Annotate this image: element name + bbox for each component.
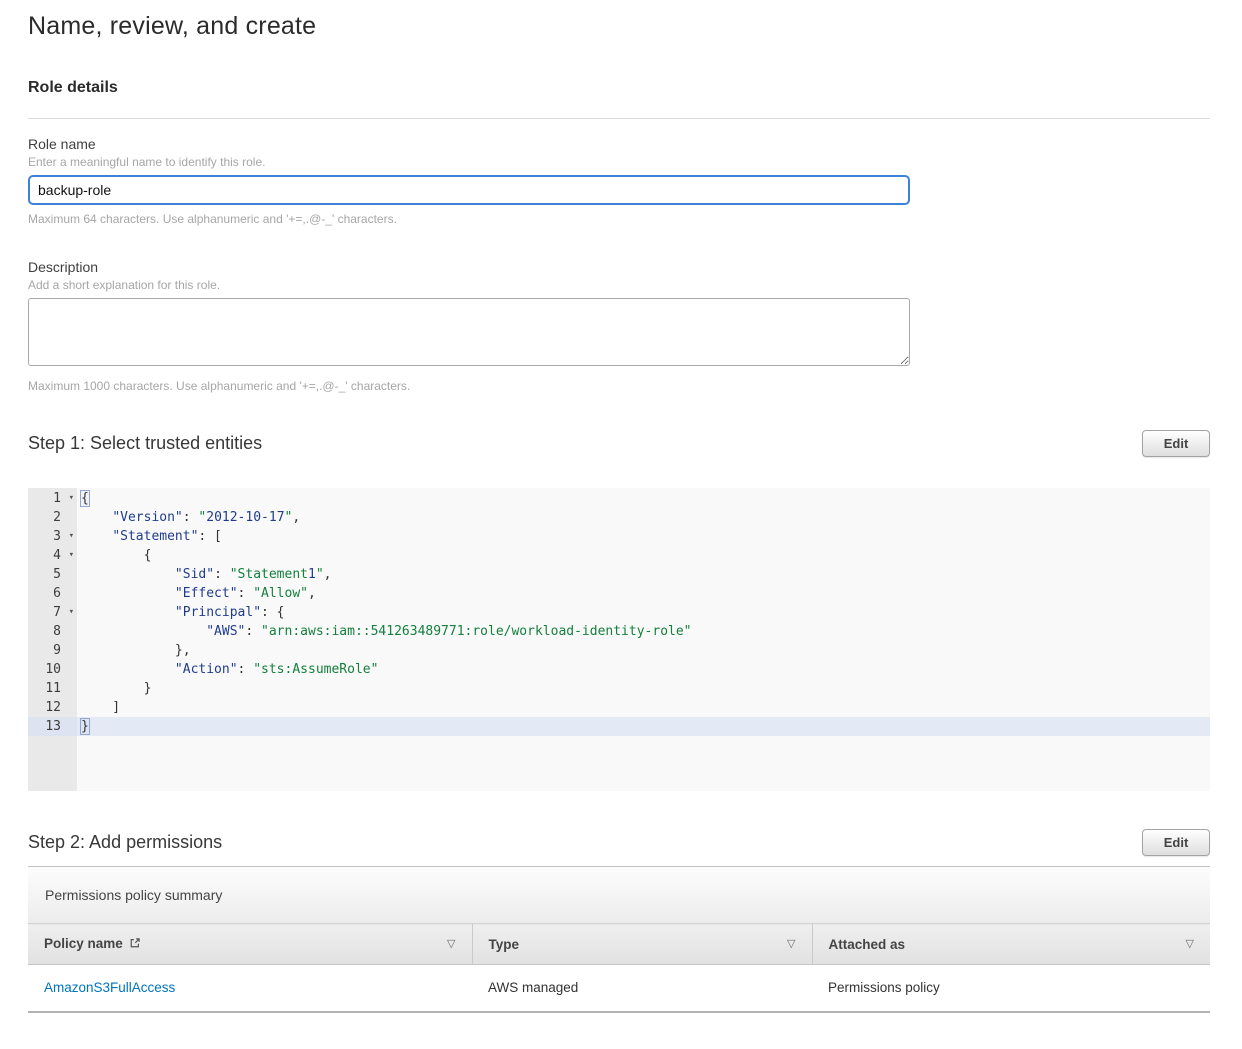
filter-dropdown-icon[interactable]: ▽ [447, 937, 455, 950]
description-field: Description Add a short explanation for … [28, 259, 1210, 393]
step1-heading: Step 1: Select trusted entities [28, 433, 262, 454]
code-line: "Action": "sts:AssumeRole" [77, 660, 1210, 679]
description-helper: Add a short explanation for this role. [28, 278, 1210, 292]
code-line: "AWS": "arn:aws:iam::541263489771:role/w… [77, 622, 1210, 641]
code-line: "Version": "2012-10-17", [77, 508, 1210, 527]
policy-name-link[interactable]: AmazonS3FullAccess [44, 980, 175, 995]
page: Name, review, and create Role details Ro… [0, 12, 1242, 1013]
gutter-line-number: 9 [28, 641, 77, 660]
role-name-label: Role name [28, 136, 1210, 152]
step2-header-row: Step 2: Add permissions Edit [28, 829, 1210, 856]
code-line: }, [77, 641, 1210, 660]
fold-caret-icon[interactable]: ▾ [69, 527, 74, 546]
fold-caret-icon[interactable]: ▾ [69, 603, 74, 622]
gutter-line-number: 7▾ [28, 603, 77, 622]
role-name-field: Role name Enter a meaningful name to ide… [28, 136, 1210, 226]
gutter-line-number: 13 [28, 717, 77, 736]
step1-edit-button[interactable]: Edit [1142, 430, 1210, 457]
column-header-attached-as[interactable]: Attached as ▽ [812, 924, 1210, 965]
gutter-line-number: 2 [28, 508, 77, 527]
permissions-table: Policy name ▽ Type ▽ Attached as ▽ Amazo… [28, 923, 1210, 1013]
gutter-line-number: 5 [28, 565, 77, 584]
editor-gutter: 1▾23▾4▾567▾8910111213 [28, 488, 77, 791]
permissions-panel-title: Permissions policy summary [28, 866, 1210, 923]
step2-edit-button[interactable]: Edit [1142, 829, 1210, 856]
fold-caret-icon[interactable]: ▾ [69, 546, 74, 565]
fold-caret-icon[interactable]: ▾ [69, 489, 74, 508]
column-header-type[interactable]: Type ▽ [472, 924, 812, 965]
description-label: Description [28, 259, 1210, 275]
code-line: { [77, 489, 1210, 508]
page-title: Name, review, and create [28, 12, 1210, 41]
role-name-helper: Enter a meaningful name to identify this… [28, 155, 1210, 169]
gutter-line-number: 10 [28, 660, 77, 679]
gutter-line-number: 3▾ [28, 527, 77, 546]
code-line: "Principal": { [77, 603, 1210, 622]
code-line: ] [77, 698, 1210, 717]
divider [28, 118, 1210, 119]
code-line: } [77, 717, 1210, 736]
code-line: "Sid": "Statement1", [77, 565, 1210, 584]
gutter-line-number: 6 [28, 584, 77, 603]
trust-policy-editor[interactable]: 1▾23▾4▾567▾8910111213 { "Version": "2012… [28, 488, 1210, 791]
code-line: "Effect": "Allow", [77, 584, 1210, 603]
gutter-line-number: 11 [28, 679, 77, 698]
gutter-line-number: 4▾ [28, 546, 77, 565]
editor-code: { "Version": "2012-10-17", "Statement": … [77, 488, 1210, 791]
policy-type-cell: AWS managed [472, 965, 812, 1013]
role-name-hint: Maximum 64 characters. Use alphanumeric … [28, 212, 1210, 226]
external-link-icon [129, 937, 141, 952]
gutter-line-number: 8 [28, 622, 77, 641]
gutter-line-number: 1▾ [28, 489, 77, 508]
code-line: } [77, 679, 1210, 698]
column-header-policy-name[interactable]: Policy name ▽ [28, 924, 472, 965]
role-name-input[interactable] [28, 175, 910, 205]
filter-dropdown-icon[interactable]: ▽ [787, 937, 795, 950]
role-details-heading: Role details [28, 79, 1210, 97]
filter-dropdown-icon[interactable]: ▽ [1186, 937, 1194, 950]
policy-attached-as-cell: Permissions policy [812, 965, 1210, 1013]
code-line: "Statement": [ [77, 527, 1210, 546]
permissions-panel: Permissions policy summary Policy name ▽… [28, 866, 1210, 1013]
step2-heading: Step 2: Add permissions [28, 832, 222, 853]
code-line: { [77, 546, 1210, 565]
table-row: AmazonS3FullAccess AWS managed Permissio… [28, 965, 1210, 1013]
description-textarea[interactable] [28, 298, 910, 366]
description-hint: Maximum 1000 characters. Use alphanumeri… [28, 379, 1210, 393]
gutter-line-number: 12 [28, 698, 77, 717]
table-header-row: Policy name ▽ Type ▽ Attached as ▽ [28, 924, 1210, 965]
step1-header-row: Step 1: Select trusted entities Edit [28, 430, 1210, 457]
